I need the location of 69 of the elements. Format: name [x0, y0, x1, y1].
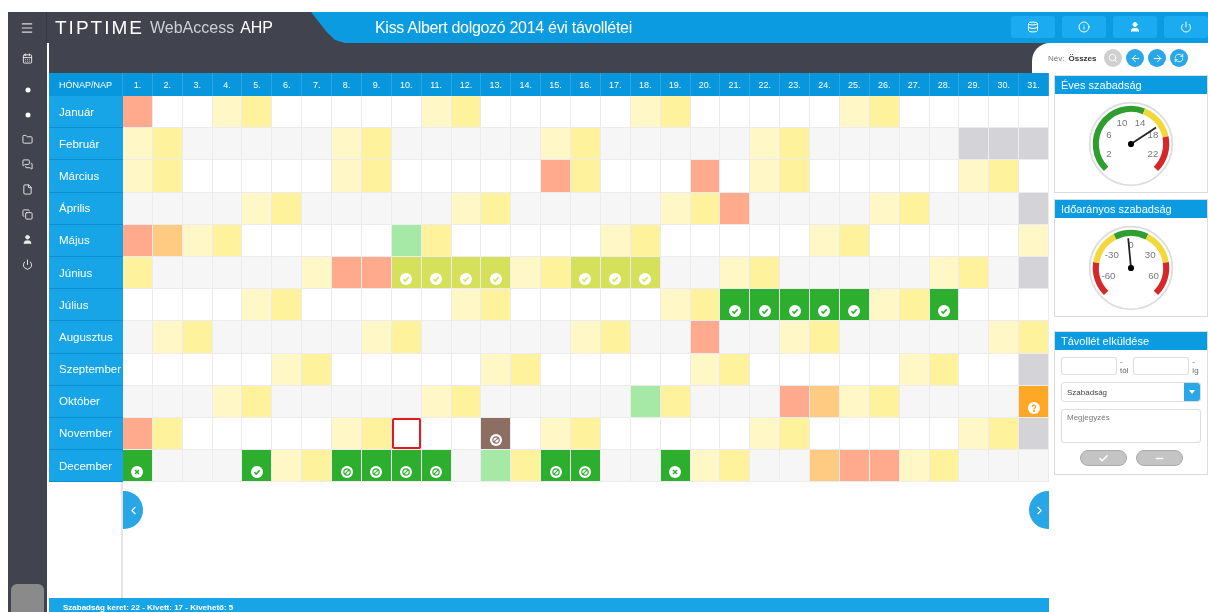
gauge-label: 30 — [1144, 248, 1156, 260]
column-header: 13. — [481, 73, 512, 96]
card-title: Távollét elküldése — [1055, 332, 1207, 350]
column-header: 4. — [212, 73, 243, 96]
column-header: 30. — [989, 73, 1020, 96]
column-header: 12. — [451, 73, 482, 96]
name-label: Név: — [1048, 53, 1065, 63]
product-edition: AHP — [240, 18, 274, 37]
month-label: Február — [49, 128, 123, 161]
gauge-label: 6 — [1106, 129, 1112, 141]
column-header: 22. — [750, 73, 781, 96]
card-title: Időarányos szabadság — [1055, 200, 1207, 218]
month-label: December — [49, 450, 123, 483]
column-header: 8. — [332, 73, 362, 96]
gauge-label: 2 — [1106, 147, 1112, 159]
gauge-label: 0 — [1128, 238, 1134, 250]
column-header: 29. — [959, 73, 990, 96]
name-value: Összes — [1068, 53, 1097, 63]
month-label: November — [49, 417, 123, 451]
month-label: Március — [49, 160, 123, 193]
column-header: 7. — [302, 73, 333, 96]
column-header: 1. — [123, 73, 153, 96]
column-header: 21. — [720, 73, 751, 96]
gauge-label: 60 — [1148, 269, 1159, 281]
column-header: 17. — [600, 73, 631, 96]
column-header: 24. — [810, 73, 840, 96]
column-header: 3. — [182, 73, 213, 96]
gauge-label: 22 — [1147, 147, 1159, 159]
column-header: 20. — [690, 73, 721, 96]
month-label: Október — [49, 385, 123, 418]
gauge-label: 18 — [1147, 129, 1159, 141]
column-header: 6. — [272, 73, 303, 96]
column-header: 28. — [929, 73, 960, 96]
column-header: 26. — [869, 73, 900, 96]
column-header: 19. — [660, 73, 691, 96]
type-select[interactable]: Szabadság — [1061, 382, 1201, 402]
month-label: Április — [49, 192, 123, 225]
column-header: 11. — [421, 73, 452, 96]
column-header: HÓNAP/NAP — [49, 73, 123, 96]
column-header: 5. — [242, 73, 273, 96]
gauge-label: 14 — [1134, 116, 1146, 128]
month-label: Május — [49, 224, 123, 257]
from-suffix: - tól — [1120, 357, 1130, 375]
page-title: Kiss Albert dolgozó 2014 évi távollétei — [374, 17, 633, 38]
month-label: Szeptember — [49, 353, 123, 386]
product-name: WebAccess — [149, 18, 235, 37]
column-header: 10. — [391, 73, 422, 96]
month-label: Július — [49, 289, 123, 322]
gauge-label: -30 — [1104, 248, 1119, 260]
month-label: Augusztus — [49, 321, 123, 354]
column-header: 31. — [1019, 73, 1049, 96]
column-header: 14. — [511, 73, 542, 96]
status-bar: Szabadság keret: 22 - Kivett: 17 - Kivehető: 5 — [49, 598, 1049, 612]
column-header: 23. — [780, 73, 811, 96]
column-header: 18. — [630, 73, 661, 96]
month-label: Június — [49, 256, 123, 290]
column-header: 15. — [541, 73, 572, 96]
column-header: 25. — [839, 73, 870, 96]
column-header: 16. — [571, 73, 601, 96]
logo: TIPTIME — [55, 16, 144, 39]
column-header: 27. — [899, 73, 930, 96]
column-header: 2. — [152, 73, 183, 96]
gauge-label: -60 — [1101, 269, 1116, 281]
gauge-label: 10 — [1116, 116, 1128, 128]
to-suffix: - ig — [1192, 357, 1200, 375]
note-field[interactable]: Megjegyzés — [1061, 409, 1201, 443]
month-label: Január — [49, 96, 123, 129]
card-title: Éves szabadság — [1055, 76, 1207, 94]
column-header: 9. — [361, 73, 392, 96]
